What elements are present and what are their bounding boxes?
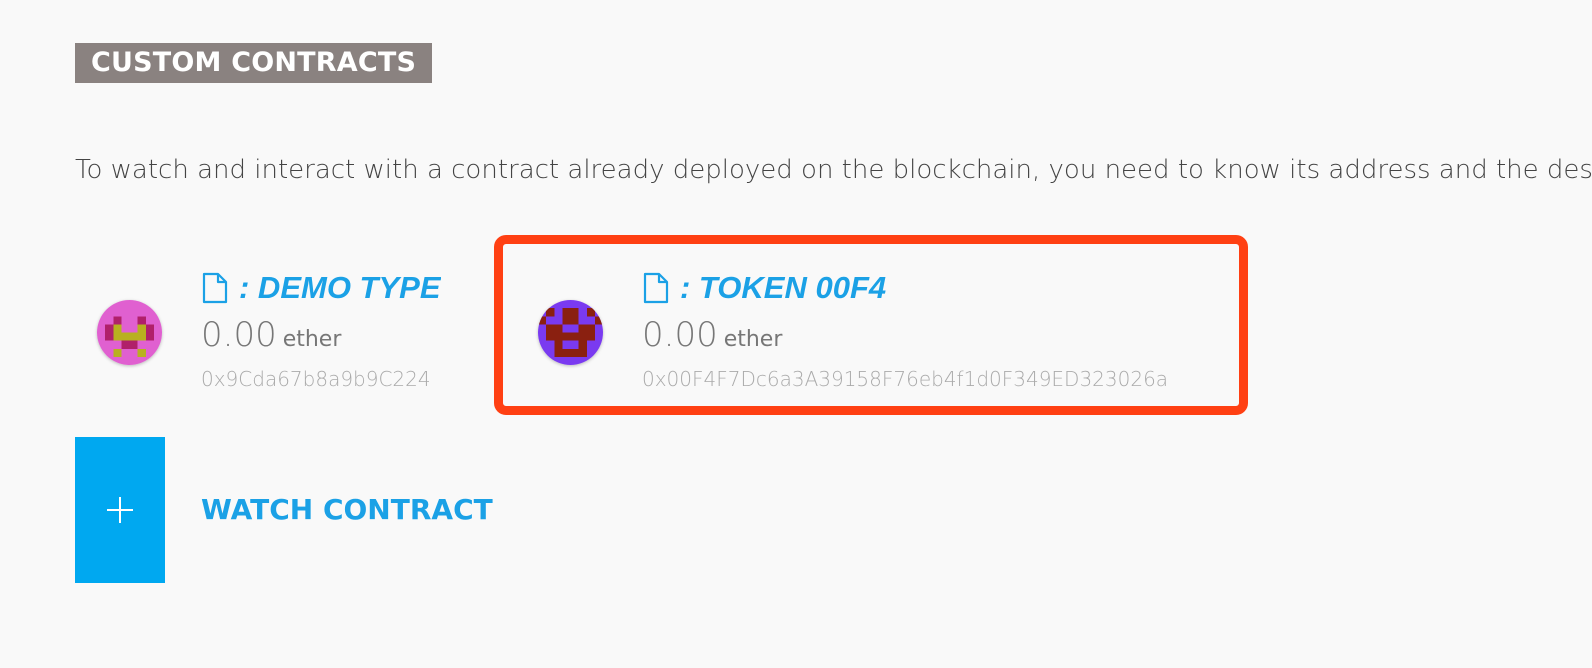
- contract-balance: 0.00 ether: [642, 313, 1168, 357]
- contract-identicon: [97, 300, 162, 365]
- contract-item-demo[interactable]: : DEMO TYPE 0.00 ether 0x9Cda67b8a9b9C224: [97, 265, 457, 395]
- plus-icon: [107, 497, 133, 523]
- contract-info: : TOKEN 00F4 0.00 ether 0x00F4F7Dc6a3A391…: [642, 265, 1168, 391]
- balance-unit: ether: [282, 327, 342, 352]
- custom-contracts-page: CUSTOM CONTRACTS To watch and interact w…: [0, 0, 1592, 668]
- watch-contract-plus-button[interactable]: [75, 437, 165, 583]
- contract-item-token[interactable]: : TOKEN 00F4 0.00 ether 0x00F4F7Dc6a3A391…: [538, 265, 1238, 395]
- contract-balance: 0.00 ether: [201, 313, 453, 357]
- contract-address: 0x9Cda67b8a9b9C224: [201, 367, 431, 391]
- intro-text: To watch and interact with a contract al…: [75, 155, 1592, 185]
- document-icon: [642, 272, 670, 304]
- balance-unit: ether: [723, 327, 783, 352]
- contract-name-row[interactable]: : TOKEN 00F4: [642, 265, 1168, 311]
- balance-amount: 0.00: [201, 315, 277, 355]
- contract-info: : DEMO TYPE 0.00 ether 0x9Cda67b8a9b9C224: [201, 265, 453, 391]
- contract-name[interactable]: : DEMO TYPE: [239, 270, 441, 306]
- document-icon: [201, 272, 229, 304]
- contract-identicon: [538, 300, 603, 365]
- contract-address: 0x00F4F7Dc6a3A39158F76eb4f1d0F349ED32302…: [642, 367, 1169, 391]
- contract-name[interactable]: : TOKEN 00F4: [680, 270, 886, 306]
- balance-amount: 0.00: [642, 315, 718, 355]
- section-title: CUSTOM CONTRACTS: [75, 43, 433, 83]
- watch-contract-link[interactable]: WATCH CONTRACT: [201, 490, 493, 530]
- contract-name-row[interactable]: : DEMO TYPE: [201, 265, 453, 311]
